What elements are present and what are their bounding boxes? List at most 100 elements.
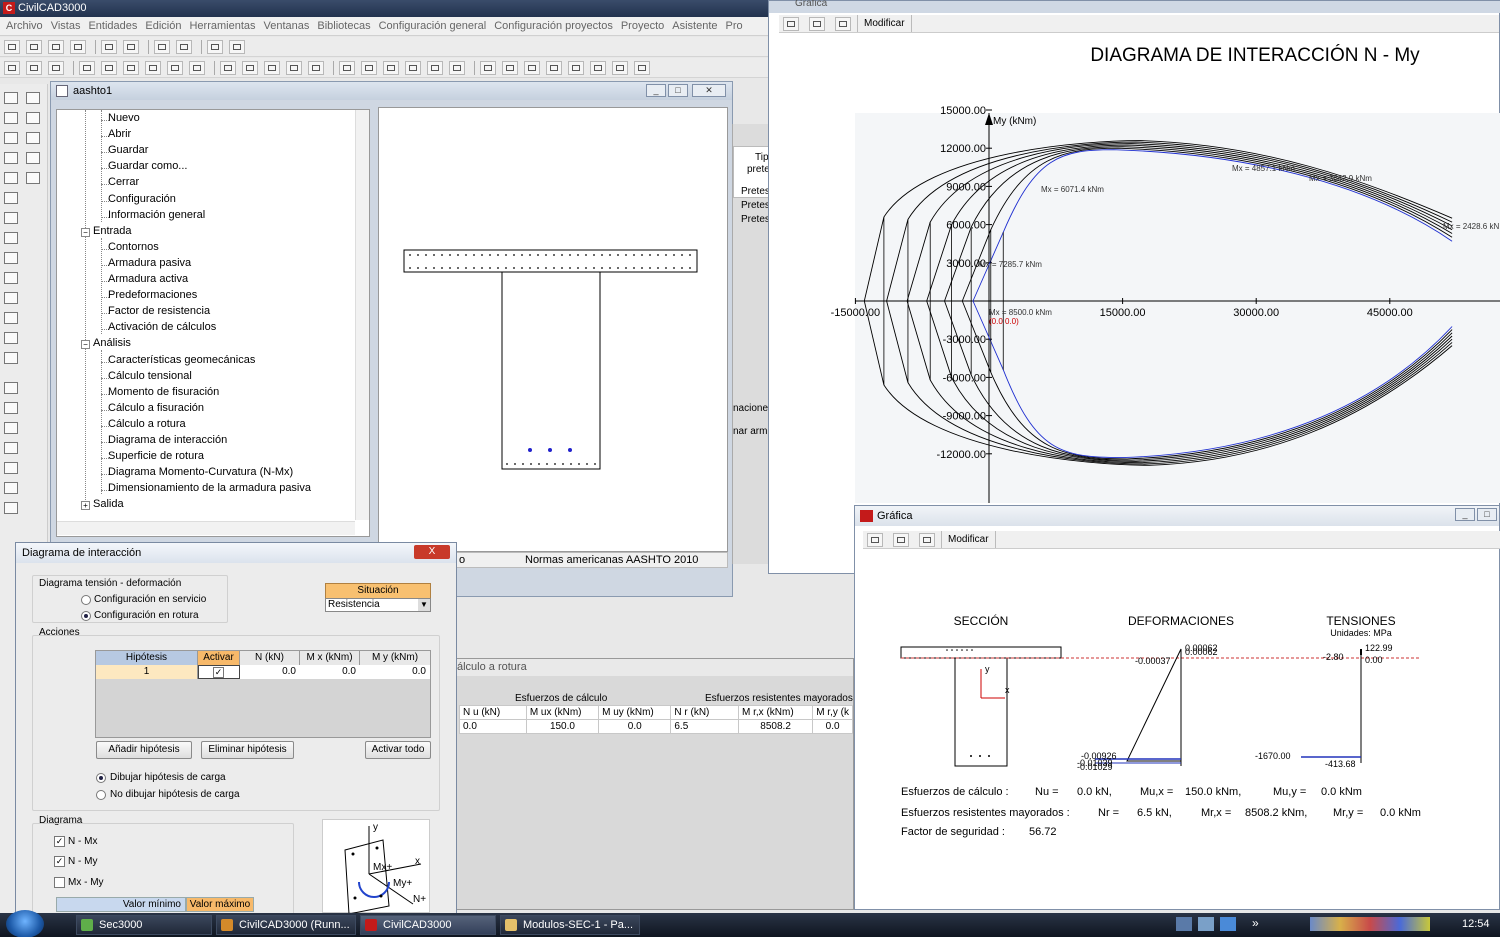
menu-config-proyectos[interactable]: Configuración proyectos: [492, 20, 619, 32]
toolbar-button[interactable]: [101, 39, 117, 54]
task-sec3000[interactable]: Sec3000: [76, 915, 212, 935]
toolbar-button[interactable]: [123, 39, 139, 54]
toolbar-button[interactable]: [339, 60, 355, 75]
tree-item[interactable]: Cálculo tensional: [108, 370, 192, 382]
chevron-down-icon[interactable]: ▼: [418, 599, 430, 611]
tree-item[interactable]: Guardar: [108, 144, 148, 156]
tree-item[interactable]: Guardar como...: [108, 160, 187, 172]
tool-icon[interactable]: [4, 232, 18, 244]
tree-item[interactable]: Nuevo: [108, 112, 140, 124]
grid-cell[interactable]: 0.0: [240, 665, 300, 679]
tree-horizontal-scrollbar[interactable]: [57, 521, 355, 535]
tree-item[interactable]: Cálculo a rotura: [108, 418, 186, 430]
copy-icon[interactable]: [835, 17, 851, 31]
tree-item[interactable]: Momento de fisuración: [108, 386, 219, 398]
tool-icon[interactable]: [4, 152, 18, 164]
toolbar-button[interactable]: [449, 60, 465, 75]
toolbar-button[interactable]: [101, 60, 117, 75]
toolbar-button[interactable]: [70, 39, 86, 54]
zoom-icon[interactable]: [26, 60, 42, 75]
tree-item[interactable]: Factor de resistencia: [108, 305, 210, 317]
checkbox-n-my[interactable]: ✓: [54, 856, 65, 867]
start-button[interactable]: [6, 910, 44, 937]
toolbar-button[interactable]: [220, 60, 236, 75]
toolbar-button[interactable]: [546, 60, 562, 75]
task-civilcad-running[interactable]: CivilCAD3000 (Runn...: [216, 915, 356, 935]
tool-icon[interactable]: [4, 332, 18, 344]
tree-item[interactable]: Contornos: [108, 241, 159, 253]
print-icon[interactable]: [809, 17, 825, 31]
tool-icon[interactable]: [26, 172, 40, 184]
tool-icon[interactable]: [4, 312, 18, 324]
tool-icon[interactable]: [26, 152, 40, 164]
toolbar-button[interactable]: [502, 60, 518, 75]
toolbar-button[interactable]: [26, 39, 42, 54]
tree-item[interactable]: Diagrama Momento-Curvatura (N-Mx): [108, 466, 293, 478]
tree-item[interactable]: Superficie de rotura: [108, 450, 204, 462]
toolbar-button[interactable]: [48, 60, 64, 75]
toolbar-button[interactable]: [286, 60, 302, 75]
tool-icon[interactable]: [4, 132, 18, 144]
tree-item[interactable]: Predeformaciones: [108, 289, 197, 301]
menu-entidades[interactable]: Entidades: [86, 20, 143, 32]
toolbar-button[interactable]: [154, 39, 170, 54]
tree-item[interactable]: Diagrama de interacción: [108, 434, 227, 446]
toolbar-button[interactable]: [308, 60, 324, 75]
activate-checkbox[interactable]: ✓: [213, 667, 224, 678]
task-modulos[interactable]: Modulos-SEC-1 - Pa...: [500, 915, 640, 935]
checkbox-n-my-label[interactable]: N - My: [68, 856, 97, 867]
tree-item[interactable]: Cerrar: [108, 176, 139, 188]
graph2-modify-button[interactable]: Modificar: [941, 531, 996, 548]
tool-icon[interactable]: [4, 212, 18, 224]
toolbar-button[interactable]: [612, 60, 628, 75]
save-icon[interactable]: [783, 17, 799, 31]
section-drawing-view[interactable]: [378, 107, 728, 552]
delete-hypothesis-button[interactable]: Eliminar hipótesis: [201, 741, 294, 759]
toolbar-button[interactable]: [634, 60, 650, 75]
tool-icon[interactable]: [26, 132, 40, 144]
toolbar-button[interactable]: [79, 60, 95, 75]
toolbar-button[interactable]: [361, 60, 377, 75]
menu-config-general[interactable]: Configuración general: [377, 20, 493, 32]
graph1-modify-button[interactable]: Modificar: [857, 15, 912, 32]
copy-icon[interactable]: [919, 533, 935, 547]
tool-icon[interactable]: [4, 502, 18, 514]
tool-icon[interactable]: [4, 422, 18, 434]
toolbar-button[interactable]: [145, 60, 161, 75]
tool-icon[interactable]: [4, 442, 18, 454]
tool-icon[interactable]: [4, 252, 18, 264]
toolbar-button[interactable]: [48, 39, 64, 54]
toolbar-button[interactable]: [4, 39, 20, 54]
tray-icons-group[interactable]: [1310, 917, 1430, 931]
radio-draw-hypothesis[interactable]: [96, 773, 106, 783]
redo-icon[interactable]: [229, 39, 245, 54]
tree-item[interactable]: Dimensionamiento de la armadura pasiva: [108, 482, 311, 494]
task-civilcad[interactable]: CivilCAD3000: [360, 915, 496, 935]
toolbar-button[interactable]: [167, 60, 183, 75]
toolbar-button[interactable]: [189, 60, 205, 75]
grid-cell[interactable]: 0.0: [360, 665, 430, 679]
checkbox-n-mx-label[interactable]: N - Mx: [68, 836, 97, 847]
tool-icon[interactable]: [4, 292, 18, 304]
radio-servicio[interactable]: [81, 595, 91, 605]
toolbar-button[interactable]: [590, 60, 606, 75]
tree-expander-icon[interactable]: −: [81, 227, 90, 237]
menu-proyecto[interactable]: Proyecto: [619, 20, 670, 32]
radio-servicio-label[interactable]: Configuración en servicio: [94, 594, 206, 605]
add-hypothesis-button[interactable]: Añadir hipótesis: [96, 741, 192, 759]
tray-icon[interactable]: [1220, 917, 1236, 931]
radio-rotura-label[interactable]: Configuración en rotura: [94, 610, 199, 621]
print-icon[interactable]: [893, 533, 909, 547]
toolbar-button[interactable]: [405, 60, 421, 75]
tool-icon[interactable]: [4, 402, 18, 414]
grid-cell[interactable]: 0.0: [300, 665, 360, 679]
toolbar-button[interactable]: [264, 60, 280, 75]
toolbar-button[interactable]: [568, 60, 584, 75]
tree-item[interactable]: Análisis: [93, 337, 131, 349]
toolbar-button[interactable]: [524, 60, 540, 75]
table-row[interactable]: 0.0 150.0 0.0 6.5 8508.2 0.0: [459, 719, 853, 734]
radio-rotura[interactable]: [81, 611, 91, 621]
tree-item[interactable]: Salida: [93, 498, 124, 510]
tool-icon[interactable]: [4, 192, 18, 204]
grid-cell[interactable]: ✓: [198, 665, 240, 679]
